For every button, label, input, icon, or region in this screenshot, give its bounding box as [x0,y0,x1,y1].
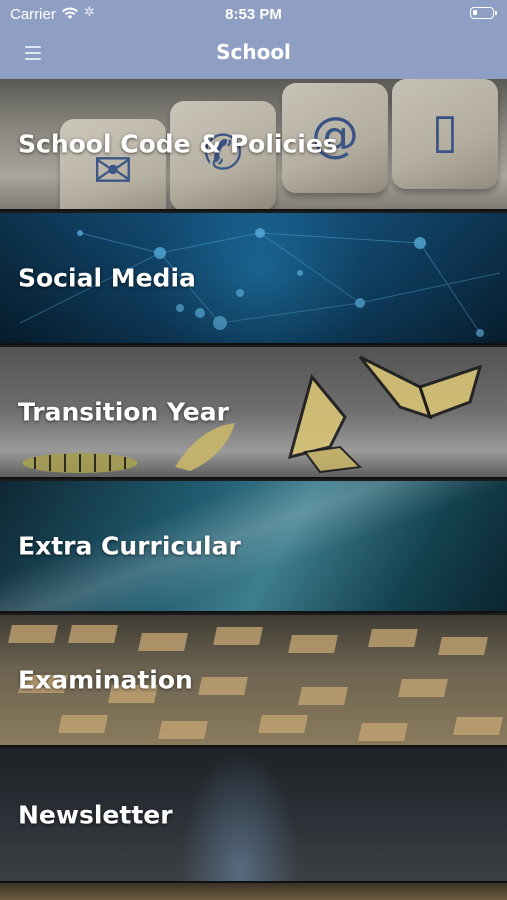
menu-item-label: Newsletter [18,800,173,830]
menu-item-school-code-policies[interactable]: ✉ ✆ @ ▯ School Code & Policies [0,79,507,211]
school-menu-list: ✉ ✆ @ ▯ School Code & Policies Social Me… [0,79,507,900]
menu-item-social-media[interactable]: Social Media [0,213,507,345]
menu-item-label: Social Media [18,263,196,293]
status-time: 8:53 PM [225,6,282,23]
menu-item-newsletter[interactable]: Newsletter [0,749,507,883]
page-title: School [216,40,291,64]
mobile-phone-icon: ▯ [431,103,459,159]
next-tile-peek [0,883,507,900]
menu-item-label: Transition Year [18,397,229,427]
menu-item-label: Extra Curricular [18,531,241,561]
battery-level [473,10,477,15]
menu-item-transition-year[interactable]: Transition Year [0,347,507,479]
navigation-bar: School [0,28,507,79]
menu-item-extra-curricular[interactable]: Extra Curricular [0,481,507,613]
battery-icon [470,7,497,19]
menu-item-label: School Code & Policies [18,129,338,159]
menu-item-examination[interactable]: Examination [0,615,507,747]
status-bar: Carrier ✲ 8:53 PM [0,0,507,28]
menu-item-label: Examination [18,665,193,695]
top-bar: Carrier ✲ 8:53 PM School [0,0,507,79]
